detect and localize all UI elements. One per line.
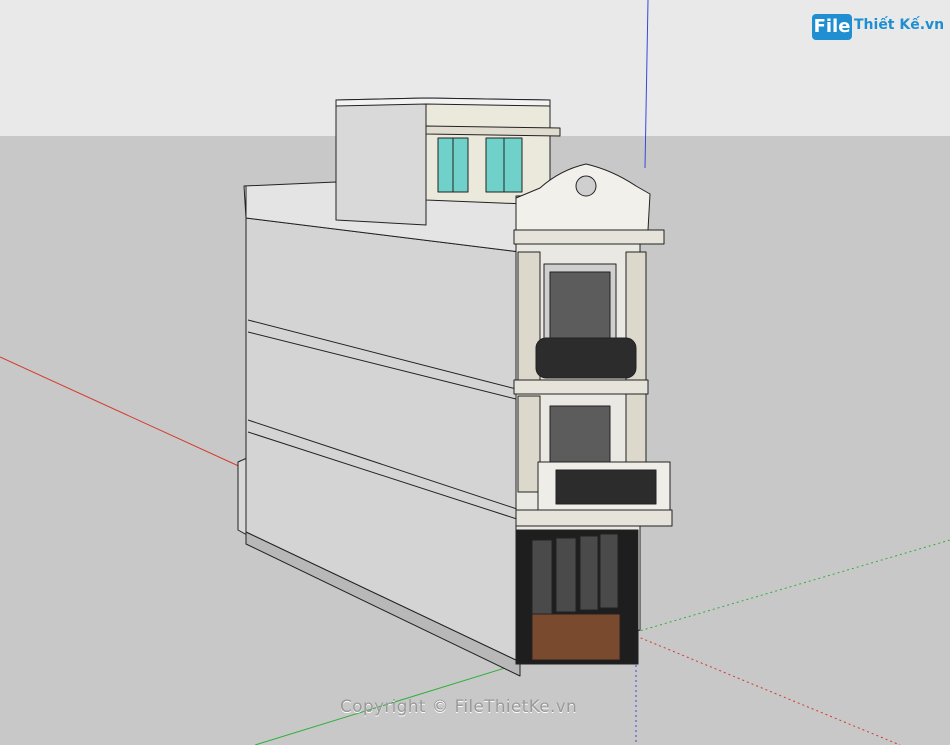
gate-panel-1[interactable] xyxy=(531,539,553,615)
gate-panel-4[interactable] xyxy=(599,533,619,609)
crest-ornament xyxy=(575,175,597,197)
wooden-door[interactable] xyxy=(531,613,621,661)
logo-text: Thiết Kế.vn xyxy=(854,17,945,33)
model-scene[interactable] xyxy=(0,0,950,745)
logo-badge: File xyxy=(812,14,852,40)
upper-floor-band xyxy=(513,379,649,395)
middle-pilaster-left xyxy=(517,395,541,493)
upper-balcony-rail[interactable] xyxy=(535,337,637,379)
sketchup-viewport[interactable]: File Thiết Kế.vn Copyright © FileThietKe… xyxy=(0,0,950,745)
tower-cornice xyxy=(425,125,561,137)
middle-balcony-rail[interactable] xyxy=(555,469,657,505)
gate-panel-2[interactable] xyxy=(555,537,577,613)
cornice-top xyxy=(513,229,665,245)
stair-tower-side xyxy=(335,97,427,226)
ground-canopy xyxy=(515,509,673,527)
copyright-watermark: Copyright © FileThietKe.vn xyxy=(340,697,578,717)
brand-logo: File Thiết Kế.vn xyxy=(812,12,944,44)
gate-panel-3[interactable] xyxy=(579,535,599,611)
